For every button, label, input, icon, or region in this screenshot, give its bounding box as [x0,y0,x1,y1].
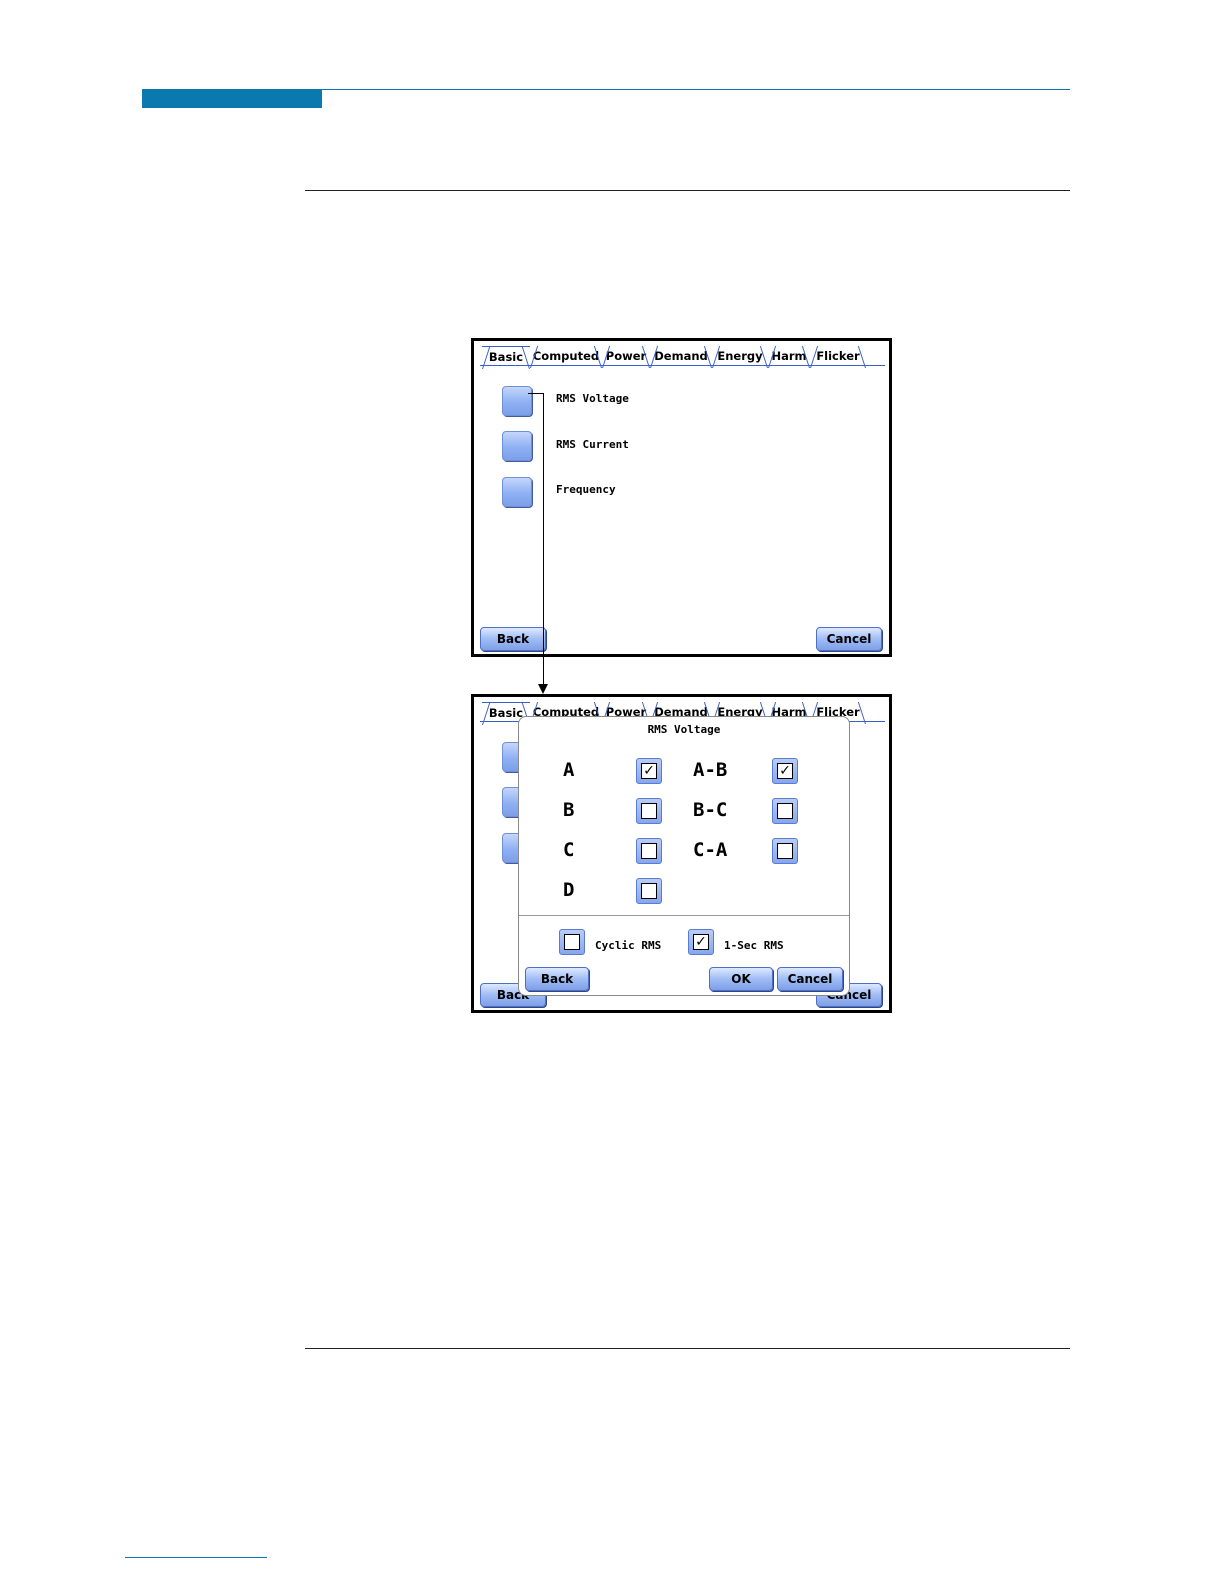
back-button[interactable]: Back [480,627,546,651]
phase-label: D [563,879,575,901]
dialog-title: RMS Voltage [647,723,721,736]
rms-voltage-button[interactable] [502,386,532,416]
one-sec-rms-checkbox[interactable]: ✓ [688,929,714,955]
tab-demand[interactable]: Demand [650,346,712,368]
rms-voltage-dialog: RMS Voltage A ✓ B C D A-B ✓ B-C C-A Cycl… [518,716,850,996]
top-rule [305,190,1070,191]
dialog-cancel-button[interactable]: Cancel [777,967,843,991]
phase-label: B [563,799,575,821]
header-accent-bar [142,89,322,108]
footer-line [125,1557,267,1558]
frequency-button[interactable] [502,477,532,507]
rms-voltage-label: RMS Voltage [556,392,629,405]
tab-computed[interactable]: Computed [530,346,602,368]
phase-c-checkbox[interactable] [636,838,662,864]
ca-checkbox[interactable] [772,838,798,864]
phase-b-checkbox[interactable] [636,798,662,824]
connector-line [528,393,543,394]
tab-power[interactable]: Power [602,346,650,368]
phase-a-checkbox[interactable]: ✓ [636,758,662,784]
dialog-ok-button[interactable]: OK [709,967,773,991]
arrow-down-icon [538,684,548,694]
cyclic-rms-label: Cyclic RMS [595,939,662,952]
header-line [322,89,1070,90]
ab-checkbox[interactable]: ✓ [772,758,798,784]
tab-bar: Basic Computed Power Demand Energy Harm … [480,346,889,369]
phase-label: C [563,839,575,861]
screen-basic: Basic Computed Power Demand Energy Harm … [471,338,892,657]
phase-d-checkbox[interactable] [636,878,662,904]
dialog-back-button[interactable]: Back [525,967,589,991]
dialog-separator [519,915,849,916]
bc-checkbox[interactable] [772,798,798,824]
line-pair-label: A-B [693,759,728,781]
tab-energy[interactable]: Energy [712,346,768,368]
cyclic-rms-checkbox[interactable] [559,929,585,955]
one-sec-rms-label: 1-Sec RMS [724,939,784,952]
line-pair-label: C-A [693,839,728,861]
bottom-rule [305,1348,1070,1349]
rms-current-label: RMS Current [556,438,629,451]
line-pair-label: B-C [693,799,728,821]
frequency-label: Frequency [556,483,616,496]
tab-flicker[interactable]: Flicker [810,346,866,368]
screen-rms-voltage-dialog: Basic Computed Power Demand Energy Harm … [471,694,892,1013]
tab-harm[interactable]: Harm [768,346,810,368]
tab-basic[interactable]: Basic [482,346,530,369]
connector-line [543,393,544,685]
rms-current-button[interactable] [502,431,532,461]
cancel-button[interactable]: Cancel [816,627,882,651]
phase-label: A [563,759,575,781]
